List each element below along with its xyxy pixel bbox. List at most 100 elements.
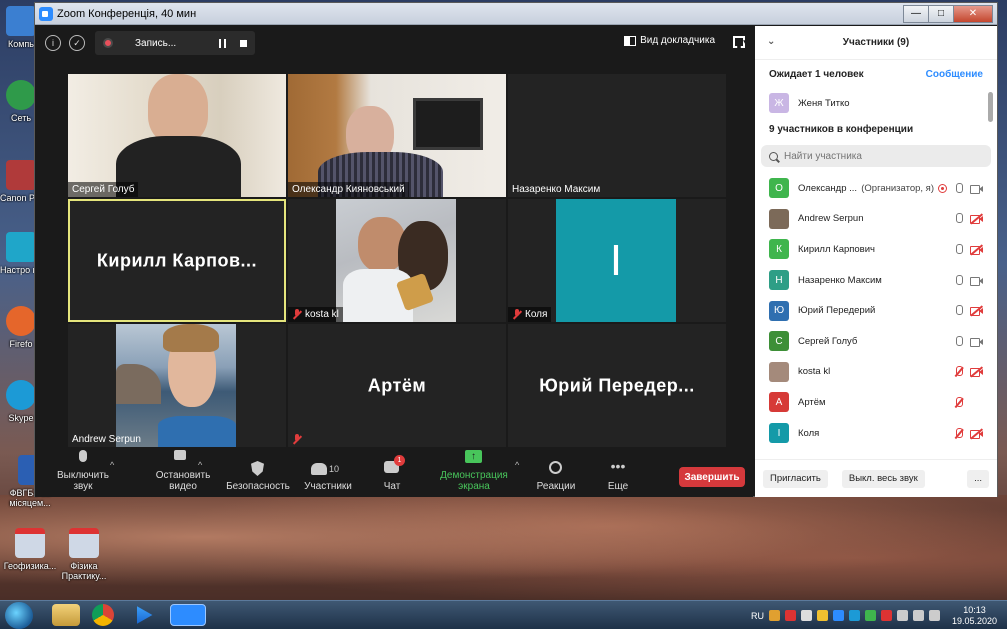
participant-row[interactable]: Н Назаренко Максим (755, 265, 997, 296)
participant-row[interactable]: С Сергей Голуб (755, 326, 997, 357)
collapse-chevron-icon[interactable]: ⌄ (767, 36, 775, 47)
chat-button[interactable]: 1 Чат (377, 455, 407, 492)
video-tile[interactable]: Сергей Голуб (68, 74, 286, 197)
tile-display-name: Кирилл Карпов... (96, 250, 258, 270)
video-camera-icon[interactable] (970, 184, 983, 194)
action-center-flag-icon[interactable] (896, 610, 908, 621)
minimize-button[interactable]: — (903, 4, 929, 23)
pause-recording-button[interactable] (219, 38, 226, 48)
panel-more-button[interactable]: ... (967, 469, 989, 488)
start-button[interactable] (5, 602, 33, 629)
more-button[interactable]: ••• Еще (603, 459, 633, 492)
zoom-taskbar-icon[interactable] (170, 604, 206, 626)
reactions-button[interactable]: Реакции (535, 460, 577, 492)
network-tray-icon[interactable] (912, 610, 924, 621)
end-meeting-button[interactable]: Завершить (679, 467, 745, 487)
tile-avatar: I (556, 199, 676, 322)
participants-button[interactable]: 10 Участники (301, 461, 355, 492)
file-explorer-icon[interactable] (52, 604, 80, 626)
microphone-icon[interactable] (955, 243, 963, 255)
mic-muted-icon[interactable] (955, 427, 963, 439)
participant-row[interactable]: Ю Юрий Передерий (755, 295, 997, 326)
video-tile[interactable]: I Коля (508, 199, 726, 322)
speaker-view-label: Вид докладчика (640, 35, 715, 46)
video-tile[interactable]: Олександр Кияновський (288, 74, 506, 197)
microphone-icon[interactable] (955, 213, 963, 224)
desktop-icon-pdf-geofizika[interactable]: Геофизика... (2, 528, 58, 571)
microphone-icon[interactable] (955, 274, 963, 286)
avatar: Ж (769, 93, 789, 113)
message-waiting-link[interactable]: Сообщение (926, 69, 983, 80)
participant-row[interactable]: Andrew Serpun (755, 204, 997, 235)
tray-app-icon[interactable] (784, 610, 796, 621)
tile-name: Олександр Кияновський (292, 184, 405, 195)
tile-name-tag: Сергей Голуб (68, 182, 139, 197)
desktop-icon-pdf-fizika[interactable]: Фізика Практику... (58, 528, 110, 581)
tray-app-icon[interactable] (864, 610, 876, 621)
tray-app-icon[interactable] (848, 610, 860, 621)
tile-name: kosta kl (305, 309, 339, 320)
share-options-chevron-icon[interactable]: ^ (515, 460, 519, 470)
camera-off-icon[interactable] (970, 305, 983, 317)
participant-search-input[interactable] (784, 150, 964, 162)
microphone-icon[interactable] (955, 182, 963, 194)
avatar: I (769, 423, 789, 444)
chrome-icon[interactable] (92, 604, 114, 626)
tray-app-icon[interactable] (800, 610, 812, 621)
participant-row[interactable]: О Олександр ... (Организатор, я) (755, 173, 997, 204)
camera-off-icon[interactable] (970, 213, 983, 225)
video-tile[interactable]: Артём (288, 324, 506, 447)
mic-muted-icon[interactable] (955, 396, 963, 408)
microphone-icon[interactable] (955, 335, 963, 347)
tray-app-icon[interactable] (768, 610, 780, 621)
mute-all-button[interactable]: Выкл. весь звук (841, 469, 925, 488)
speaker-view-button[interactable]: Вид докладчика (624, 35, 715, 46)
video-tile[interactable]: Юрий Передер... (508, 324, 726, 447)
slash-icon (970, 366, 983, 378)
audio-options-chevron-icon[interactable]: ^ (110, 460, 114, 470)
video-tile[interactable]: Andrew Serpun (68, 324, 286, 447)
tray-app-icon[interactable] (816, 610, 828, 621)
video-camera-icon[interactable] (970, 337, 983, 347)
fullscreen-icon[interactable] (733, 36, 745, 48)
desktop-icon-label: Firefo (9, 339, 33, 349)
security-button[interactable]: Безопасность (225, 461, 291, 492)
stop-recording-button[interactable] (240, 39, 247, 47)
mic-muted-icon (292, 309, 301, 320)
video-options-chevron-icon[interactable]: ^ (198, 460, 202, 470)
microphone-icon[interactable] (955, 305, 963, 316)
mic-muted-icon[interactable] (955, 366, 963, 377)
participant-name: Сергей Голуб (798, 335, 858, 347)
video-tile[interactable]: kosta kl (288, 199, 506, 322)
invite-button[interactable]: Пригласить (763, 469, 828, 488)
media-player-icon[interactable] (137, 606, 153, 624)
video-tile-active-speaker[interactable]: Кирилл Карпов... (68, 199, 286, 322)
video-tile[interactable]: Назаренко Максим (508, 74, 726, 197)
info-icon[interactable]: i (45, 35, 61, 51)
camera-off-icon[interactable] (970, 427, 983, 439)
video-camera-icon[interactable] (970, 276, 983, 286)
participant-row[interactable]: I Коля (755, 418, 997, 449)
volume-icon[interactable] (928, 610, 940, 621)
participant-row[interactable]: kosta kl (755, 357, 997, 388)
waiting-participant-row[interactable]: Ж Женя Титко (755, 88, 997, 118)
slash-icon (970, 213, 983, 225)
clock[interactable]: 10:13 19.05.2020 (952, 605, 997, 627)
participant-row[interactable]: А Артём (755, 387, 997, 418)
participant-row[interactable]: К Кирилл Карпович (755, 234, 997, 265)
camera-off-icon[interactable] (970, 366, 983, 378)
window-titlebar[interactable]: Zoom Конференція, 40 мин — □ ✕ (35, 3, 997, 25)
tray-app-icon[interactable] (880, 610, 892, 621)
close-button[interactable]: ✕ (953, 4, 993, 23)
maximize-button[interactable]: □ (928, 4, 954, 23)
mute-button[interactable]: Выключить звук (47, 450, 119, 492)
language-indicator[interactable]: RU (751, 611, 764, 621)
share-screen-button[interactable]: ↑ Демонстрация экрана (423, 448, 525, 492)
shield-icon[interactable]: ✓ (69, 35, 85, 51)
tray-app-icon[interactable] (832, 610, 844, 621)
stop-video-button[interactable]: Остановить видео (143, 447, 223, 492)
panel-scrollbar[interactable] (988, 92, 993, 122)
participant-search[interactable] (761, 145, 991, 167)
clock-time: 10:13 (963, 604, 986, 615)
camera-off-icon[interactable] (970, 244, 983, 256)
